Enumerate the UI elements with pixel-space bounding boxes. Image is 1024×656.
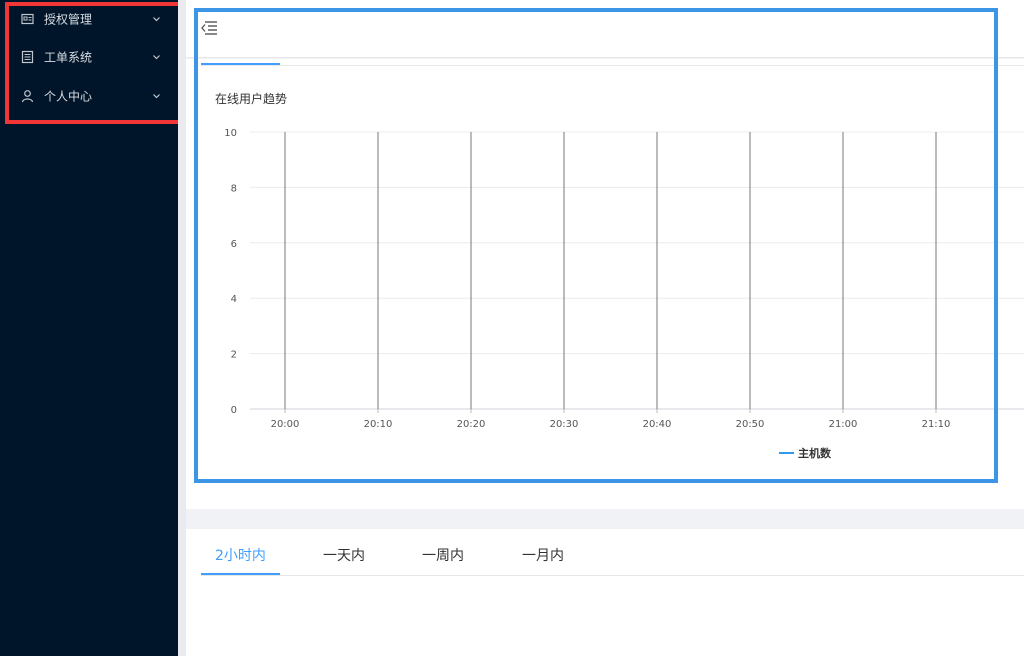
x-tick-label: 20:50 (736, 419, 765, 430)
tab-divider (201, 575, 1024, 576)
x-tick-label: 20:10 (364, 419, 393, 430)
legend-label: 主机数 (798, 446, 832, 460)
x-tick-label: 21:10 (922, 419, 951, 430)
tab-2h[interactable]: 2小时内 (215, 545, 266, 565)
tab-1d[interactable]: 一天内 (323, 545, 365, 565)
range-tabs-card (186, 529, 1024, 656)
tab-1w[interactable]: 一周内 (422, 545, 464, 565)
x-tick-label: 20:40 (643, 419, 672, 430)
y-tick-label: 8 (231, 183, 237, 194)
y-tick-label: 0 (231, 405, 237, 416)
y-tick-label: 2 (231, 350, 237, 361)
y-tick-label: 10 (224, 128, 237, 139)
y-tick-label: 4 (231, 294, 237, 305)
x-tick-label: 20:00 (271, 419, 300, 430)
y-tick-label: 6 (231, 239, 237, 250)
section-gap (186, 509, 1024, 529)
tab-1m[interactable]: 一月内 (522, 545, 564, 565)
x-tick-label: 20:20 (457, 419, 486, 430)
x-tick-label: 21:00 (829, 419, 858, 430)
x-tick-label: 20:30 (550, 419, 579, 430)
